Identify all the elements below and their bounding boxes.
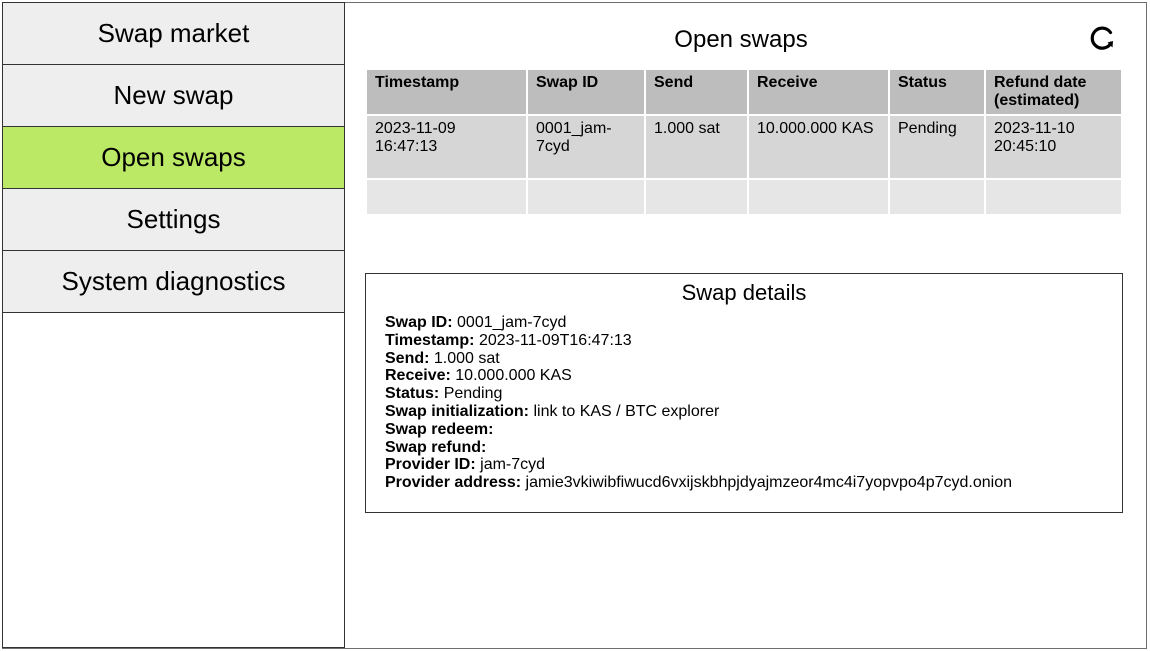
- swap-details-list: Swap ID: 0001_jam-7cyd Timestamp: 2023-1…: [385, 314, 1122, 492]
- col-header-timestamp[interactable]: Timestamp: [365, 68, 528, 116]
- table-row[interactable]: 2023-11-09 16:47:13 0001_jam-7cyd 1.000 …: [365, 114, 1123, 180]
- detail-timestamp: Timestamp: 2023-11-09T16:47:13: [385, 331, 632, 349]
- detail-swap-initialization: Swap initialization: link to KAS / BTC e…: [385, 402, 720, 420]
- page-title: Open swaps: [674, 26, 808, 53]
- refresh-icon[interactable]: [1087, 22, 1117, 52]
- main-content: Open swaps Timestamp Swap ID Send Receiv…: [345, 2, 1147, 648]
- swap-details-title: Swap details: [681, 280, 807, 305]
- sidebar-item-system-diagnostics[interactable]: System diagnostics: [3, 251, 344, 313]
- cell-timestamp: 2023-11-09 16:47:13: [365, 114, 528, 180]
- cell-status: Pending: [888, 114, 986, 180]
- detail-swap-refund: Swap refund:: [385, 438, 487, 456]
- detail-send: Send: 1.000 sat: [385, 349, 500, 367]
- col-header-refund-date[interactable]: Refund date (estimated): [984, 68, 1123, 116]
- table-header-row: Timestamp Swap ID Send Receive Status Re…: [365, 68, 1123, 116]
- cell-refund-date: 2023-11-10 20:45:10: [984, 114, 1123, 180]
- col-header-send[interactable]: Send: [644, 68, 749, 116]
- cell-swap-id: 0001_jam-7cyd: [526, 114, 646, 180]
- table-row-empty: [365, 178, 1123, 216]
- explorer-link[interactable]: link to KAS / BTC explorer: [533, 403, 719, 420]
- sidebar-item-new-swap[interactable]: New swap: [3, 65, 344, 127]
- swap-details-panel: Swap details Swap ID: 0001_jam-7cyd Time…: [365, 273, 1123, 513]
- detail-swap-id: Swap ID: 0001_jam-7cyd: [385, 314, 567, 331]
- sidebar-item-swap-market[interactable]: Swap market: [3, 3, 344, 65]
- col-header-receive[interactable]: Receive: [747, 68, 890, 116]
- open-swaps-table: Timestamp Swap ID Send Receive Status Re…: [365, 68, 1123, 216]
- sidebar-item-open-swaps[interactable]: Open swaps: [3, 127, 344, 189]
- detail-status: Status: Pending: [385, 385, 503, 403]
- detail-swap-redeem: Swap redeem:: [385, 420, 494, 438]
- cell-receive: 10.000.000 KAS: [747, 114, 890, 180]
- sidebar-item-settings[interactable]: Settings: [3, 189, 344, 251]
- sidebar: Swap market New swap Open swaps Settings…: [2, 2, 345, 648]
- col-header-swap-id[interactable]: Swap ID: [526, 68, 646, 116]
- detail-provider-address: Provider address: jamie3vkiwibfiwucd6vxi…: [385, 474, 1012, 492]
- detail-receive: Receive: 10.000.000 KAS: [385, 367, 572, 385]
- cell-send: 1.000 sat: [644, 114, 749, 180]
- col-header-status[interactable]: Status: [888, 68, 986, 116]
- detail-provider-id: Provider ID: jam-7cyd: [385, 456, 546, 474]
